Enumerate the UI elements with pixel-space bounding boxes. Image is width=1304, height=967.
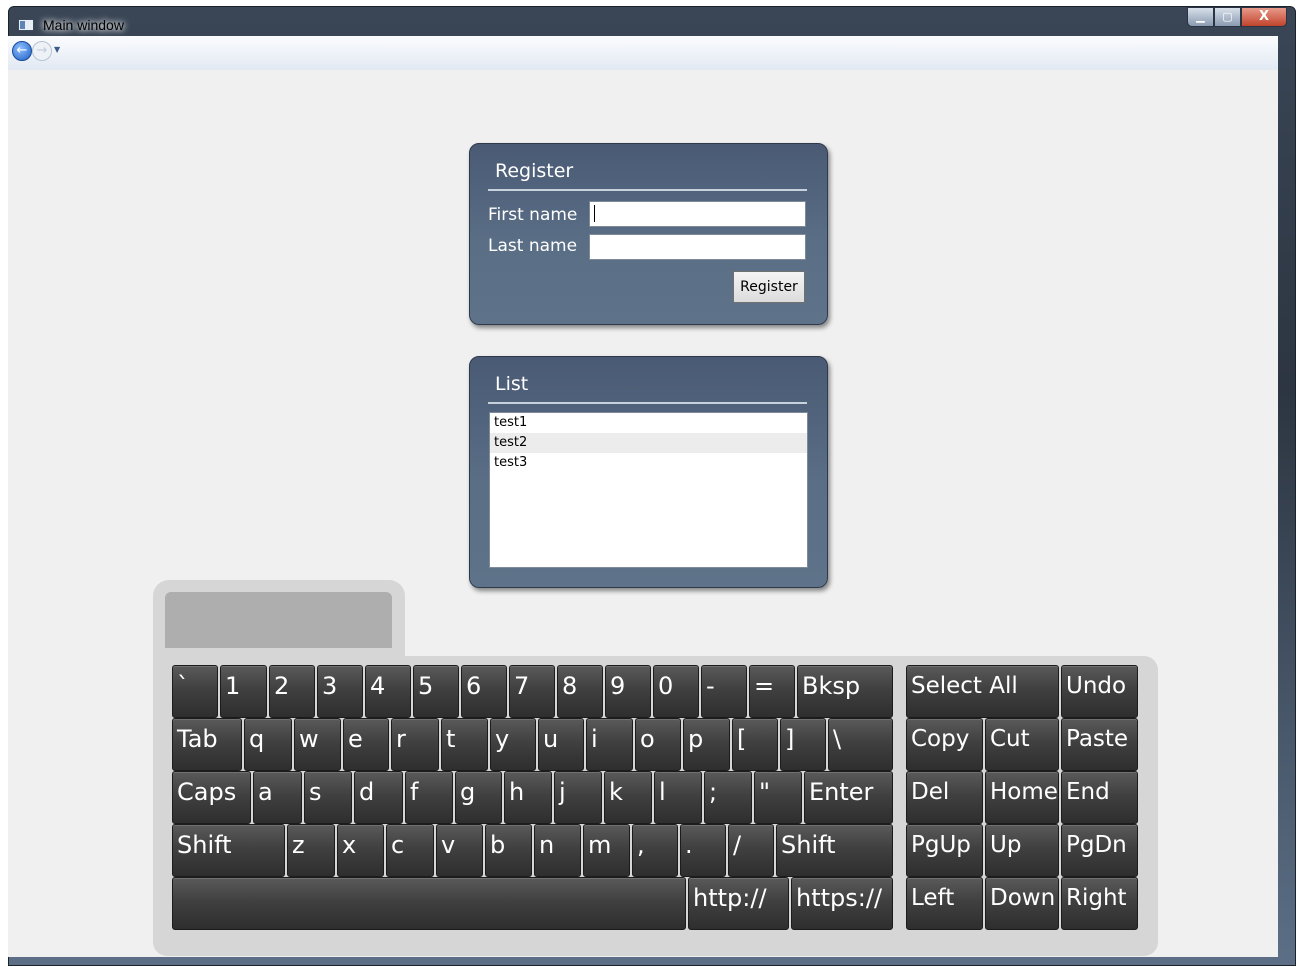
key-f[interactable]: f	[405, 771, 453, 824]
register-panel: Register First name Last name Register	[469, 143, 828, 325]
key-t[interactable]: t	[441, 718, 488, 771]
arrow-left-icon[interactable]: ←	[12, 41, 32, 61]
key-semicolon[interactable]: ;	[704, 771, 752, 824]
key-pgdn[interactable]: PgDn	[1061, 824, 1138, 877]
key-paste[interactable]: Paste	[1061, 718, 1138, 771]
last-name-field[interactable]	[589, 234, 806, 260]
key-9[interactable]: 9	[605, 665, 651, 718]
key-http[interactable]: http://	[688, 877, 789, 930]
last-name-label: Last name	[488, 236, 578, 256]
key-k[interactable]: k	[604, 771, 652, 824]
key-p[interactable]: p	[683, 718, 730, 771]
content-area: Register First name Last name Register L…	[8, 70, 1278, 957]
key-comma[interactable]: ,	[632, 824, 678, 877]
key-8[interactable]: 8	[557, 665, 603, 718]
key-close-bracket[interactable]: ]	[780, 718, 826, 771]
key-bksp[interactable]: Bksp	[797, 665, 893, 718]
key-left[interactable]: Left	[906, 877, 983, 930]
key-tab[interactable]: Tab	[172, 718, 242, 771]
key-undo[interactable]: Undo	[1061, 665, 1138, 718]
key-open-bracket[interactable]: [	[732, 718, 778, 771]
key-2[interactable]: 2	[269, 665, 315, 718]
key-del[interactable]: Del	[906, 771, 983, 824]
keyboard-tab-handle[interactable]	[165, 592, 392, 648]
key-h[interactable]: h	[504, 771, 552, 824]
key-https[interactable]: https://	[791, 877, 893, 930]
key-e[interactable]: e	[343, 718, 389, 771]
key-j[interactable]: j	[554, 771, 602, 824]
register-button[interactable]: Register	[733, 271, 805, 303]
key-enter[interactable]: Enter	[804, 771, 893, 824]
key-cut[interactable]: Cut	[985, 718, 1059, 771]
key-copy[interactable]: Copy	[906, 718, 983, 771]
key-3[interactable]: 3	[317, 665, 363, 718]
key-shift-left[interactable]: Shift	[172, 824, 285, 877]
key-0[interactable]: 0	[653, 665, 699, 718]
key-y[interactable]: y	[490, 718, 536, 771]
key-1[interactable]: 1	[220, 665, 267, 718]
items-listbox[interactable]: test1 test2 test3	[489, 412, 808, 568]
key-right[interactable]: Right	[1061, 877, 1138, 930]
list-panel: List test1 test2 test3	[469, 356, 828, 588]
key-d[interactable]: d	[354, 771, 403, 824]
navigation-bar: ← → ▼	[8, 36, 1278, 71]
key-up[interactable]: Up	[985, 824, 1059, 877]
list-item[interactable]: test3	[490, 453, 807, 473]
key-a[interactable]: a	[253, 771, 302, 824]
window-title: Main window	[43, 17, 124, 33]
key-4[interactable]: 4	[365, 665, 411, 718]
key-5[interactable]: 5	[413, 665, 459, 718]
key-l[interactable]: l	[654, 771, 702, 824]
key-r[interactable]: r	[391, 718, 439, 771]
list-item[interactable]: test2	[490, 433, 807, 453]
register-divider	[488, 189, 807, 191]
key-space[interactable]	[172, 877, 686, 930]
close-button[interactable]: X	[1241, 7, 1287, 27]
key-end[interactable]: End	[1061, 771, 1138, 824]
key-backslash[interactable]: \	[828, 718, 893, 771]
key-down[interactable]: Down	[985, 877, 1059, 930]
window-controls: ▁ ▢ X	[1187, 7, 1287, 29]
key-z[interactable]: z	[287, 824, 335, 877]
key-x[interactable]: x	[337, 824, 384, 877]
key-home[interactable]: Home	[985, 771, 1059, 824]
list-item[interactable]: test1	[490, 413, 807, 433]
key-u[interactable]: u	[538, 718, 584, 771]
key-v[interactable]: v	[436, 824, 483, 877]
first-name-label: First name	[488, 205, 578, 225]
key-backtick[interactable]: `	[172, 665, 218, 718]
key-6[interactable]: 6	[461, 665, 507, 718]
key-caps[interactable]: Caps	[172, 771, 251, 824]
key-m[interactable]: m	[583, 824, 630, 877]
key-q[interactable]: q	[244, 718, 292, 771]
register-title: Register	[495, 160, 574, 182]
key-period[interactable]: .	[680, 824, 726, 877]
key-s[interactable]: s	[304, 771, 352, 824]
maximize-button[interactable]: ▢	[1214, 7, 1241, 27]
key-g[interactable]: g	[455, 771, 502, 824]
text-caret	[594, 205, 595, 222]
list-title: List	[495, 373, 529, 395]
key-n[interactable]: n	[534, 824, 581, 877]
key-b[interactable]: b	[485, 824, 532, 877]
key-c[interactable]: c	[386, 824, 434, 877]
arrow-right-icon[interactable]: →	[32, 41, 52, 61]
key-quote[interactable]: "	[754, 771, 802, 824]
key-equals[interactable]: =	[749, 665, 795, 718]
key-minus[interactable]: -	[701, 665, 747, 718]
key-w[interactable]: w	[294, 718, 341, 771]
minimize-button[interactable]: ▁	[1187, 7, 1214, 27]
first-name-field[interactable]	[589, 201, 806, 227]
key-slash[interactable]: /	[728, 824, 774, 877]
key-shift-right[interactable]: Shift	[776, 824, 893, 877]
app-icon	[18, 19, 34, 31]
key-pgup[interactable]: PgUp	[906, 824, 983, 877]
key-7[interactable]: 7	[509, 665, 555, 718]
chevron-down-icon[interactable]: ▼	[54, 45, 60, 54]
on-screen-keyboard: ` 1 2 3 4 5 6 7 8 9 0- = Bksp Tab q w e r t y u i o p[] \ Caps a s d…	[153, 656, 1158, 956]
key-select-all[interactable]: Select All	[906, 665, 1059, 718]
key-o[interactable]: o	[635, 718, 681, 771]
list-divider	[488, 402, 807, 404]
key-i[interactable]: i	[586, 718, 633, 771]
